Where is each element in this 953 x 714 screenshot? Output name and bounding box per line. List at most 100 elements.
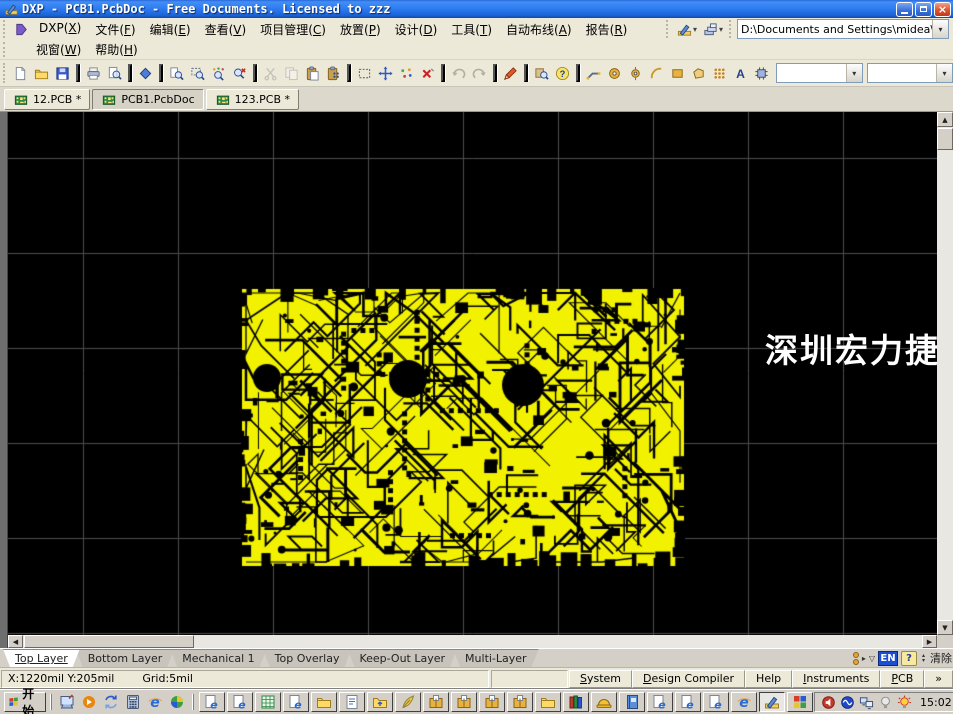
toolbar-print-button[interactable]	[83, 63, 104, 84]
minimize-button[interactable]	[896, 2, 913, 17]
toolbar-grip[interactable]	[729, 20, 734, 38]
panel-button-instruments[interactable]: Instruments	[792, 670, 880, 688]
quicklaunch-media-player[interactable]	[78, 692, 100, 712]
toolbar-place-string-button[interactable]	[730, 63, 751, 84]
document-tab-123-pcb[interactable]: 123.PCB *	[206, 89, 299, 110]
quicklaunch-network-places[interactable]	[166, 692, 188, 712]
panel-dock-strip[interactable]	[0, 112, 8, 648]
toolbar-interactive-routing-button[interactable]	[500, 63, 521, 84]
toolbar-zoom-points-button[interactable]	[208, 63, 229, 84]
tray-network-connection[interactable]	[859, 695, 874, 710]
taskbar-button-iepage[interactable]	[647, 692, 673, 712]
clear-label[interactable]: 清除	[930, 650, 952, 666]
toolbar-help-button[interactable]	[552, 63, 573, 84]
dxp-system-menu-button[interactable]	[11, 19, 32, 40]
menu-help[interactable]: 帮助(H)	[88, 39, 144, 60]
toolbar-clear-filter-button[interactable]	[417, 63, 438, 84]
toolbar-grip[interactable]	[3, 63, 7, 84]
layer-tab-keep-out-layer[interactable]: Keep-Out Layer	[347, 649, 457, 667]
taskbar-button-package[interactable]	[423, 692, 449, 712]
taskbar-button-folderup[interactable]	[367, 692, 393, 712]
tab-menu-icon[interactable]: ▽	[869, 654, 875, 663]
vertical-scrollbar[interactable]: ▲ ▼	[937, 112, 953, 635]
menu-place[interactable]: 放置(P)	[333, 19, 388, 40]
toolbar-deselect-all-button[interactable]	[396, 63, 417, 84]
wiring-toolbar-button[interactable]: ▾	[674, 19, 700, 40]
taskbar-button-feather[interactable]	[395, 692, 421, 712]
panel-button-system[interactable]: System	[569, 670, 632, 688]
toolbar-place-line-button[interactable]	[583, 63, 604, 84]
combo-dropdown-button[interactable]: ▾	[936, 64, 952, 82]
taskbar-button-notepad[interactable]	[339, 692, 365, 712]
toolbar-paste-button[interactable]	[302, 63, 323, 84]
menu-design[interactable]: 设计(D)	[388, 19, 445, 40]
taskbar-button-iepage[interactable]	[675, 692, 701, 712]
panel-button-pcb[interactable]: PCB	[880, 670, 924, 688]
taskbar-button-folder[interactable]	[535, 692, 561, 712]
taskbar-button-iepage[interactable]	[227, 692, 253, 712]
close-button[interactable]: ×	[934, 2, 951, 17]
taskbar-button-package[interactable]	[479, 692, 505, 712]
tray-audio-eq[interactable]	[840, 695, 855, 710]
menu-autoroute[interactable]: 自动布线(A)	[499, 19, 579, 40]
taskbar-button-iepage[interactable]	[283, 692, 309, 712]
toolbar-undo-button[interactable]	[448, 63, 469, 84]
toolbar-place-arc-button[interactable]	[646, 63, 667, 84]
toolbar-grip[interactable]	[3, 20, 8, 38]
toolbar-place-via-button[interactable]	[625, 63, 646, 84]
toolbar-print-preview-button[interactable]	[104, 63, 125, 84]
toolbar-place-polygon-button[interactable]	[688, 63, 709, 84]
panel-button-more-panels[interactable]: »	[924, 670, 953, 688]
toolbar-combo-1[interactable]: ▾	[776, 63, 862, 83]
scroll-down-button[interactable]: ▼	[937, 620, 953, 635]
toolbar-zoom-area-button[interactable]	[187, 63, 208, 84]
toolbar-browse-pcb-button[interactable]	[135, 63, 156, 84]
toolbar-fit-document-button[interactable]	[166, 63, 187, 84]
taskbar-button-dxp-active[interactable]	[759, 692, 785, 712]
scroll-up-button[interactable]: ▲	[937, 112, 953, 127]
taskbar-button-package[interactable]	[451, 692, 477, 712]
taskbar-grip[interactable]	[50, 694, 52, 710]
toolbar-find-component-button[interactable]	[531, 63, 552, 84]
toolbar-select-area-button[interactable]	[354, 63, 375, 84]
menu-project[interactable]: 项目管理(C)	[253, 19, 333, 40]
vertical-scroll-thumb[interactable]	[937, 128, 953, 150]
toolbar-cut-button[interactable]	[260, 63, 281, 84]
language-help-button[interactable]: ?	[901, 651, 917, 666]
menu-dxp[interactable]: DXP(X)	[32, 19, 88, 40]
taskbar-button-iepage[interactable]	[199, 692, 225, 712]
menu-edit[interactable]: 编辑(E)	[143, 19, 198, 40]
tray-indicator-on[interactable]	[897, 695, 912, 710]
panel-options-icon[interactable]	[851, 652, 859, 664]
layer-tab-bottom-layer[interactable]: Bottom Layer	[76, 649, 175, 667]
toolbar-open-document-button[interactable]	[31, 63, 52, 84]
toolbar-zoom-selected-button[interactable]	[229, 63, 250, 84]
menu-tools[interactable]: 工具(T)	[444, 19, 499, 40]
pcb-canvas[interactable]	[8, 112, 937, 635]
toolbar-save-button[interactable]	[52, 63, 73, 84]
utilities-toolbar-button[interactable]: ▾	[700, 19, 726, 40]
quicklaunch-show-desktop[interactable]	[56, 692, 78, 712]
layer-tab-top-layer[interactable]: Top Layer	[3, 649, 80, 667]
taskbar-grip[interactable]	[192, 694, 194, 710]
toolbar-paste-array-button[interactable]	[709, 63, 730, 84]
layer-tab-top-overlay[interactable]: Top Overlay	[263, 649, 352, 667]
document-tab-12-pcb[interactable]: 12.PCB *	[4, 89, 90, 110]
taskbar-button-excel[interactable]	[255, 692, 281, 712]
scroll-right-button[interactable]: ▶	[922, 635, 937, 648]
toolbar-redo-button[interactable]	[469, 63, 490, 84]
panel-button-design-compiler[interactable]: Design Compiler	[632, 670, 745, 688]
combo-dropdown-button[interactable]: ▾	[932, 20, 948, 38]
start-button[interactable]: 开始	[4, 692, 46, 712]
scroll-left-button[interactable]: ◀	[8, 635, 23, 648]
horizontal-scroll-thumb[interactable]	[24, 635, 194, 648]
tray-indicator-off[interactable]	[878, 695, 893, 710]
quicklaunch-internet-explorer[interactable]	[144, 692, 166, 712]
toolbar-grip[interactable]	[3, 42, 8, 57]
taskbar-button-notebook[interactable]	[619, 692, 645, 712]
menu-file[interactable]: 文件(F)	[88, 19, 142, 40]
layer-tab-multi-layer[interactable]: Multi-Layer	[453, 649, 539, 667]
taskbar-button-colorful[interactable]	[787, 692, 813, 712]
dropdown-arrow-icon[interactable]: ▾	[719, 25, 723, 34]
taskbar-button-ie[interactable]	[731, 692, 757, 712]
